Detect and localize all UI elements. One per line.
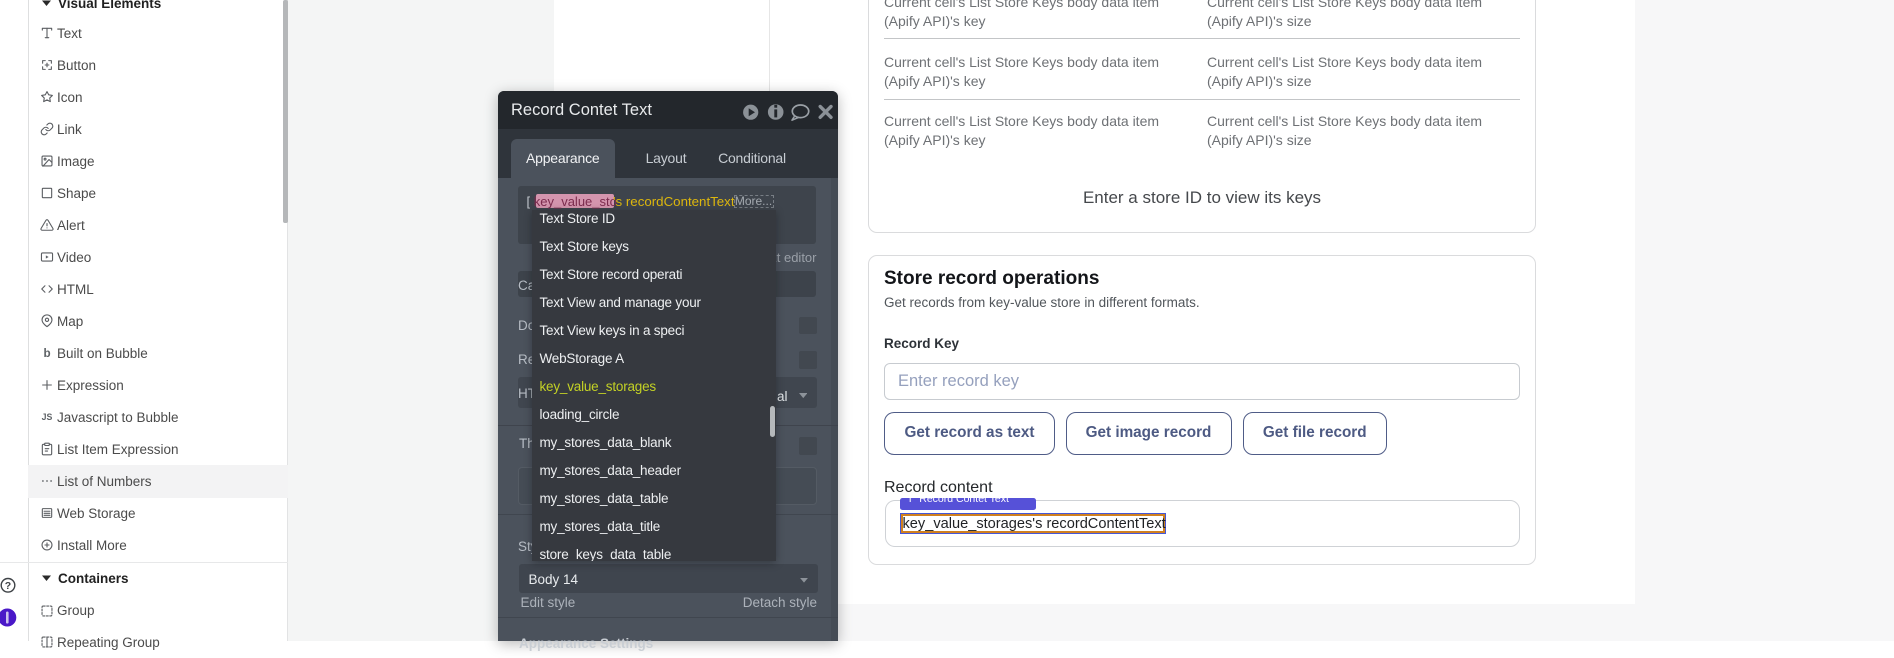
- svg-text:JS: JS: [41, 412, 52, 422]
- svg-text:?: ?: [5, 580, 11, 592]
- svg-text:b: b: [43, 347, 50, 360]
